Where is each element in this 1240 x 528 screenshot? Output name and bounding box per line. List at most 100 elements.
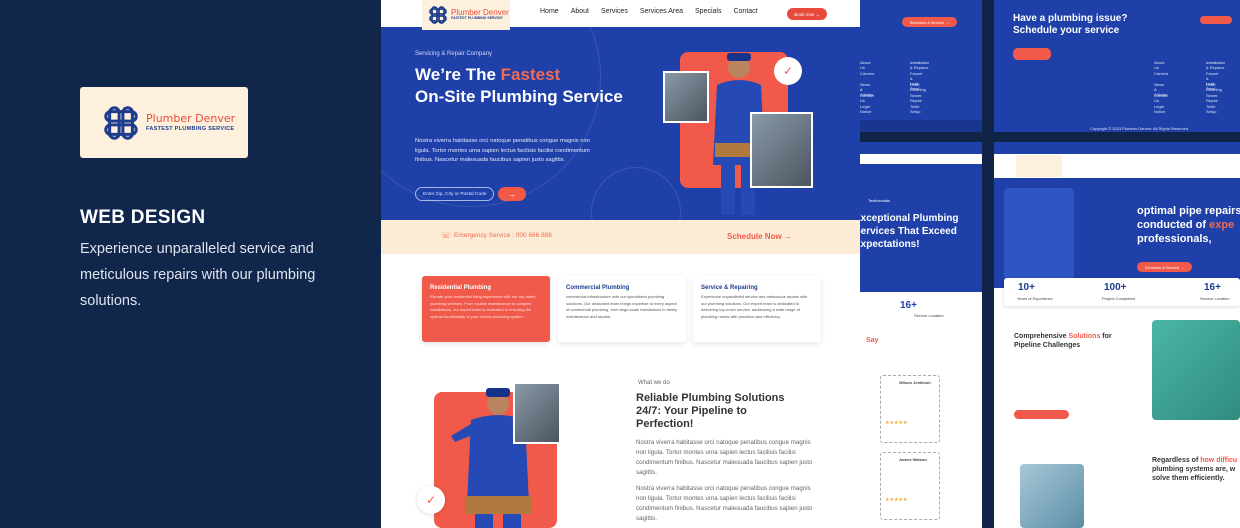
- hero-title: We’re The Fastest On-Site Plumbing Servic…: [415, 64, 635, 108]
- brand-name: Plumber Denver: [146, 112, 236, 126]
- about-title: Reliable Plumbing Solutions 24/7: Your P…: [636, 392, 785, 430]
- repair-title-accent: expe: [1209, 219, 1235, 231]
- nav-logo[interactable]: [1016, 155, 1062, 177]
- footer-link[interactable]: Sewer Repair: [1206, 93, 1218, 103]
- emergency-bar: ☏ Emergency Service : 000 666 888 Schedu…: [381, 220, 860, 254]
- hero-title-accent: Fastest: [500, 65, 561, 84]
- review-card: Wilson Jenkinon ★★★★★: [880, 375, 940, 443]
- say-heading: Say: [866, 337, 879, 344]
- footer-bottom-bar: [860, 120, 982, 132]
- footer-link[interactable]: Contact Us: [860, 93, 874, 103]
- stat-label: Service Location: [914, 313, 944, 318]
- stat-label: Years of Experience: [1017, 296, 1053, 301]
- zip-search-button[interactable]: →: [498, 187, 526, 201]
- top-strip: [860, 142, 982, 154]
- footer-link[interactable]: Toilet Setup: [1206, 104, 1216, 114]
- hero-eyebrow: Servicing & Repair Company: [415, 51, 493, 57]
- footer-link[interactable]: Contact Us: [1154, 93, 1168, 103]
- phone-icon: ☏: [441, 231, 452, 240]
- repair-hero: optimal pipe repairs conducted of expe p…: [994, 178, 1240, 288]
- nav-item-services[interactable]: Services: [601, 8, 628, 15]
- nav-item-specials[interactable]: Specials: [695, 8, 721, 15]
- testimonial-title: Exceptional Plumbing Services That Excee…: [860, 213, 959, 250]
- hero-section: Servicing & Repair Company We’re The Fas…: [381, 27, 860, 220]
- intro-description: Experience unparalleled service and meti…: [80, 241, 316, 309]
- footer-link[interactable]: Careers: [1154, 71, 1168, 76]
- footer-link[interactable]: Legal Notice: [860, 104, 871, 114]
- service-card-title: Residential Plumbing: [430, 285, 492, 291]
- schedule-service-button[interactable]: Schedule A Service →: [902, 17, 957, 27]
- footer-link[interactable]: Installation & Replace: [1206, 60, 1225, 70]
- brand-logo-icon: [104, 105, 138, 140]
- service-card-residential[interactable]: Residential Plumbing Elevate your reside…: [422, 276, 550, 342]
- stat-label: Project Completed: [1102, 296, 1135, 301]
- service-card-text: Elevate your residential living experien…: [430, 294, 536, 319]
- nav-item-services-area[interactable]: Services Area: [640, 8, 683, 15]
- schedule-service-button[interactable]: [1014, 410, 1069, 419]
- solutions-title-part: Comprehensive: [1014, 333, 1069, 340]
- footer-link[interactable]: Sewer Repair: [910, 93, 922, 103]
- repair-title-part: optimal pipe repairs: [1137, 205, 1240, 217]
- testimonial-eyebrow: Testimonials: [868, 198, 891, 203]
- brand-logo-card: Plumber Denver FASTEST PLUMBING SERVICE: [80, 87, 248, 158]
- service-card-title: Commercial Plumbing: [566, 285, 630, 291]
- schedule-now-link[interactable]: Schedule Now →: [727, 232, 792, 241]
- nav-logo[interactable]: Plumber Denver FASTEST PLUMBING SERVICE: [422, 0, 510, 30]
- repair-title: optimal pipe repairs conducted of expe p…: [1137, 204, 1240, 246]
- service-card-commercial[interactable]: Commercial Plumbing commercial infrastru…: [558, 276, 686, 342]
- nav-brand-tagline: FASTEST PLUMBING SERVICE: [451, 16, 503, 21]
- repair-title-part: professionals,: [1137, 233, 1212, 245]
- schedule-service-button[interactable]: Schedule A Service →: [1137, 262, 1192, 272]
- service-card-text: Experience unparalleled service and meti…: [701, 294, 808, 319]
- homepage-mockup: Servicing & Repair Company We’re The Fas…: [381, 0, 860, 528]
- stat-value: 16+: [900, 300, 917, 311]
- footer-preview-1: Schedule A Service → About Us Careers Ne…: [860, 0, 982, 132]
- footer-link[interactable]: Legal Notice: [1154, 104, 1165, 114]
- hero-title-part: We’re The: [415, 65, 501, 84]
- nav-item-home[interactable]: Home: [540, 8, 559, 15]
- emergency-phone: Emergency Service : 000 666 888: [454, 232, 552, 239]
- footer-link[interactable]: Toilet Setup: [910, 104, 920, 114]
- solutions-title: Comprehensive Solutions for Pipeline Cha…: [1014, 332, 1134, 350]
- review-card: James Watson ★★★★★: [880, 452, 940, 520]
- hero-text: Nostra viverra habitasse orci natoque pe…: [415, 138, 590, 163]
- book-now-button[interactable]: Book now →: [787, 8, 827, 20]
- cooling-tower-photo: [1020, 464, 1084, 528]
- footer-link[interactable]: Drain Cleaning: [1206, 82, 1222, 92]
- regardless-title-part: Regardless of: [1152, 457, 1201, 464]
- zip-search-input[interactable]: Enter Zip, City or Postal Code: [415, 187, 494, 201]
- star-rating-icon: ★★★★★: [885, 420, 908, 426]
- top-navbar: Plumber Denver FASTEST PLUMBING SERVICE …: [381, 0, 860, 30]
- pipe-repair-page-preview: optimal pipe repairs conducted of expe p…: [994, 142, 1240, 528]
- regardless-title: Regardless of how difficu plumbing system…: [1152, 456, 1240, 483]
- top-strip: [994, 142, 1240, 154]
- footer-link[interactable]: About Us: [1154, 60, 1164, 70]
- intro-panel: Plumber Denver FASTEST PLUMBING SERVICE …: [0, 0, 381, 528]
- faucet-photo: [663, 71, 709, 123]
- footer-link[interactable]: About Us: [860, 60, 870, 70]
- about-eyebrow: What we do: [638, 380, 670, 386]
- footer-link[interactable]: Drain Cleaning: [910, 82, 926, 92]
- brand-tagline: FASTEST PLUMBING SERVICE: [146, 125, 235, 132]
- service-card-title: Service & Repairing: [701, 285, 758, 291]
- stats-bar: 10+ Years of Experience 100+ Project Com…: [1004, 278, 1240, 306]
- repair-photo: [750, 112, 813, 188]
- star-rating-icon: ★★★★★: [885, 497, 908, 503]
- reviewer-name: Wilson Jenkinon: [899, 380, 931, 385]
- service-card-text: commercial infrastructure with our speci…: [566, 294, 678, 319]
- nav-item-about[interactable]: About: [571, 8, 589, 15]
- about-paragraph: Nostra viverra habitasse orci natoque pe…: [636, 485, 813, 522]
- schedule-service-button[interactable]: [1200, 16, 1232, 24]
- brand-logo-icon: [429, 6, 447, 24]
- phone-pill[interactable]: [1013, 48, 1051, 60]
- footer-link[interactable]: Careers: [860, 71, 874, 76]
- stat-value: 10+: [1018, 282, 1035, 293]
- stat-value: 16+: [1204, 282, 1221, 293]
- hero-decor-circle: [591, 167, 681, 220]
- service-card-repairing[interactable]: Service & Repairing Experience unparalle…: [693, 276, 821, 342]
- nav-item-contact[interactable]: Contact: [733, 8, 757, 15]
- pipes-photo: [1152, 320, 1240, 420]
- footer-link[interactable]: Installation & Replace: [910, 60, 929, 70]
- about-paragraph: Nostra viverra habitasse orci natoque pe…: [636, 439, 813, 476]
- nav-links: Home About Services Services Area Specia…: [540, 8, 758, 15]
